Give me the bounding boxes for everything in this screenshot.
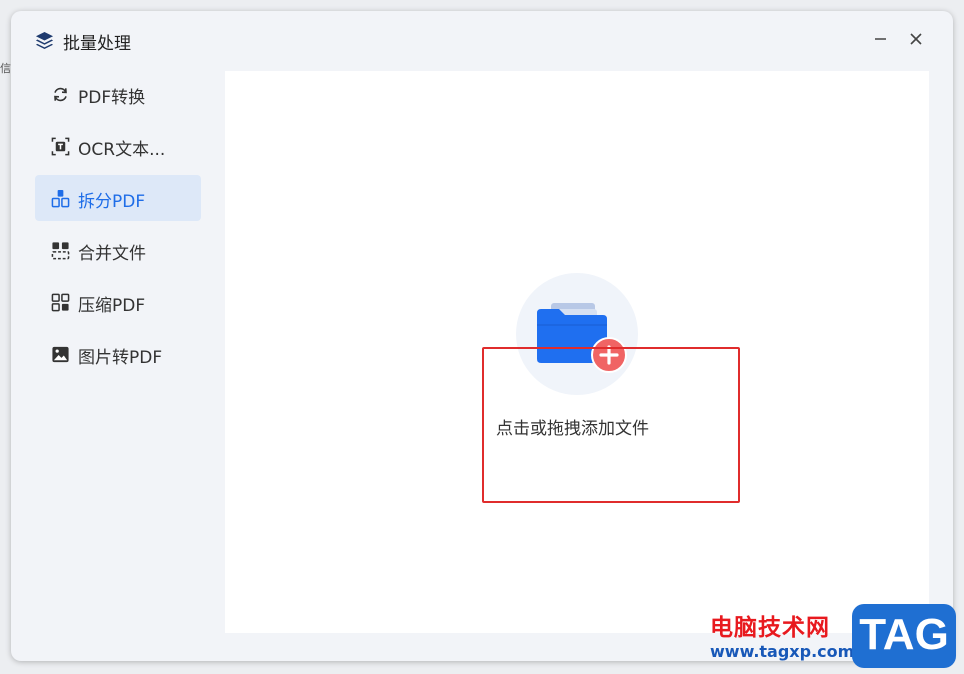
watermark-url: www.tagxp.com [710, 642, 855, 661]
main-content: 点击或拖拽添加文件 [225, 71, 929, 633]
split-icon [51, 189, 70, 208]
ocr-text-icon [51, 137, 70, 156]
sidebar-item-label: 合并文件 [78, 244, 146, 264]
merge-icon [51, 242, 70, 260]
stray-text: 信 [0, 62, 11, 75]
sidebar-item-compress-pdf[interactable]: 压缩PDF [35, 279, 201, 325]
image-to-pdf-icon [52, 346, 69, 363]
watermark-site-name: 电脑技术网 [710, 615, 830, 641]
minimize-icon [875, 38, 886, 40]
close-icon [910, 33, 922, 45]
watermark-tag-text: TAG [859, 610, 949, 659]
annotation-highlight-box [482, 347, 740, 503]
sidebar-item-split-pdf[interactable]: 拆分PDF [35, 175, 201, 221]
convert-icon [54, 87, 67, 102]
sidebar-item-label: 拆分PDF [78, 192, 146, 212]
compress-icon [51, 293, 70, 312]
layers-icon [35, 31, 54, 50]
sidebar-item-image-to-pdf[interactable]: 图片转PDF [35, 331, 201, 377]
minimize-button[interactable] [869, 27, 893, 51]
sidebar-item-merge-files[interactable]: 合并文件 [35, 227, 201, 273]
sidebar-item-pdf-convert[interactable]: PDF转换 [35, 71, 201, 117]
site-watermark: 电脑技术网 www.tagxp.com TAG [700, 600, 964, 674]
sidebar-item-ocr-text[interactable]: OCR文本... [35, 123, 201, 169]
window-title: 批量处理 [63, 34, 131, 54]
batch-process-dialog: 批量处理 PDF转换 OCR文本... 拆分PDF 合并文件 压缩PDF 图片转… [11, 11, 953, 661]
sidebar-item-label: OCR文本... [78, 140, 166, 160]
sidebar-item-label: 图片转PDF [78, 348, 163, 368]
watermark-tag-logo: TAG [852, 604, 956, 668]
title-bar: 批量处理 [11, 11, 953, 69]
sidebar-item-label: 压缩PDF [78, 296, 146, 316]
sidebar: PDF转换 OCR文本... 拆分PDF 合并文件 压缩PDF 图片转PDF [35, 71, 201, 383]
sidebar-item-label: PDF转换 [78, 88, 146, 108]
close-button[interactable] [904, 27, 928, 51]
